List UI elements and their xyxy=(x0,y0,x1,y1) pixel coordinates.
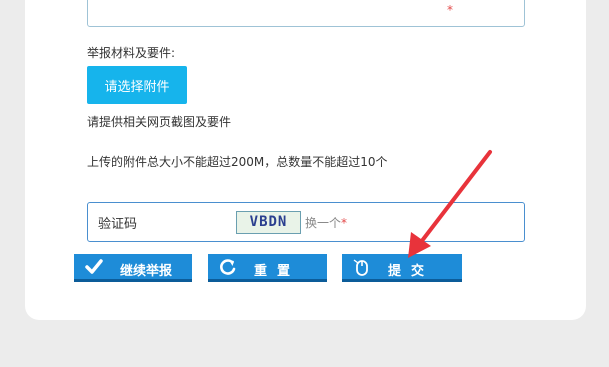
refresh-icon xyxy=(220,259,236,275)
captcha-refresh-label: 换一个 xyxy=(305,216,342,230)
submit-button[interactable]: 提交 xyxy=(342,254,462,282)
required-mark: * xyxy=(447,3,453,17)
reset-label: 重置 xyxy=(254,264,301,279)
captcha-required-mark: * xyxy=(341,216,348,230)
continue-report-button[interactable]: 继续举报 xyxy=(74,254,192,282)
reset-button[interactable]: 重置 xyxy=(208,254,327,282)
captcha-image: VBDN xyxy=(236,211,301,234)
captcha-field[interactable]: 验证码 VBDN 换一个* xyxy=(87,202,525,242)
submit-label: 提交 xyxy=(388,264,435,279)
materials-label: 举报材料及要件: xyxy=(87,46,176,60)
mouse-icon xyxy=(353,259,368,276)
captcha-refresh-link[interactable]: 换一个* xyxy=(305,214,347,231)
continue-report-label: 继续举报 xyxy=(120,264,173,279)
description-field[interactable]: * xyxy=(87,0,525,27)
select-attachment-button[interactable]: 请选择附件 xyxy=(87,66,187,104)
captcha-label: 验证码 xyxy=(98,217,138,232)
attachment-limit-hint: 上传的附件总大小不能超过200M，总数量不能超过10个 xyxy=(87,155,388,169)
screenshot-hint: 请提供相关网页截图及要件 xyxy=(87,115,232,129)
check-icon xyxy=(85,259,103,274)
